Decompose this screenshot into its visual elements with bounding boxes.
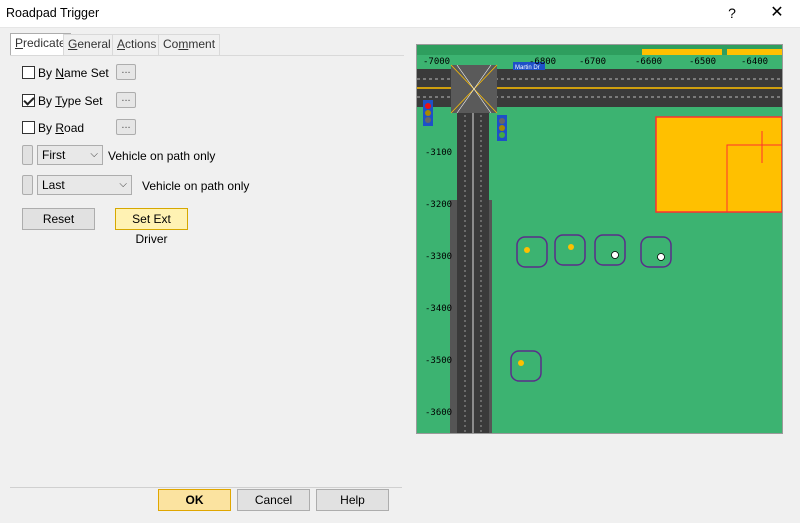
traffic-light-lamp (499, 132, 505, 138)
reset-button[interactable]: Reset (22, 208, 95, 230)
top-yellow-marker-2 (727, 49, 782, 55)
first-vehicle-toggle[interactable] (22, 145, 33, 165)
tab-predicate[interactable]: Predicate (10, 33, 71, 56)
y-axis-label: -3600 (425, 408, 452, 418)
traffic-light-lamp (425, 110, 431, 116)
set-ext-driver-button[interactable]: Set Ext Driver (115, 208, 188, 246)
x-axis-label: -6500 (689, 57, 716, 67)
traffic-light-lamp (499, 125, 505, 131)
x-axis-label: -7000 (423, 57, 450, 67)
by-name-set-label: By Name Set (38, 66, 109, 80)
tab-general[interactable]: General (63, 34, 116, 55)
first-last-select-2[interactable]: Last ⌵ (37, 175, 132, 195)
footer-separator (10, 487, 402, 488)
y-axis-label: -3100 (425, 148, 452, 158)
roadpad-map-view[interactable]: Martin Dr -7000 -6800 -6700 -6600 -6500 … (416, 44, 783, 434)
vehicle-on-path-label-1: Vehicle on path only (108, 149, 216, 163)
trigger-marker (657, 253, 665, 261)
x-axis-label: -6800 (529, 57, 556, 67)
y-axis-label: -3500 (425, 356, 452, 366)
x-axis-label: -6400 (741, 57, 768, 67)
title-bar: Roadpad Trigger ? ✕ (0, 0, 800, 28)
by-type-set-checkbox[interactable] (22, 94, 35, 107)
cancel-button[interactable]: Cancel (237, 489, 310, 511)
x-axis-label: -6600 (635, 57, 662, 67)
close-icon[interactable]: ✕ (758, 0, 796, 28)
by-road-browse-button[interactable]: ... (116, 119, 136, 135)
by-road-label: By Road (38, 121, 85, 135)
first-last-select-1[interactable]: First ⌵ (37, 145, 103, 165)
chevron-down-icon: ⌵ (119, 179, 127, 190)
ok-button[interactable]: OK (158, 489, 231, 511)
vehicle-on-path-label-2: Vehicle on path only (142, 179, 250, 193)
by-name-set-browse-button[interactable]: ... (116, 64, 136, 80)
x-axis-label: -6700 (579, 57, 606, 67)
tab-actions[interactable]: Actions (112, 34, 162, 55)
top-yellow-marker (642, 49, 722, 55)
building (655, 116, 782, 213)
trigger-marker (611, 251, 619, 259)
trigger-marker (518, 360, 524, 366)
by-type-set-label: By Type Set (38, 94, 103, 108)
trigger-marker (568, 244, 574, 250)
help-icon[interactable]: ? (716, 0, 748, 28)
window-title: Roadpad Trigger (6, 6, 100, 20)
tab-panel-border (10, 55, 404, 56)
y-axis-label: -3200 (425, 200, 452, 210)
traffic-light-lamp (425, 103, 431, 109)
traffic-light-lamp (499, 118, 505, 124)
help-button[interactable]: Help (316, 489, 389, 511)
by-name-set-checkbox[interactable] (22, 66, 35, 79)
chevron-down-icon: ⌵ (90, 149, 98, 160)
by-type-set-browse-button[interactable]: ... (116, 92, 136, 108)
tab-comment[interactable]: Comment (158, 34, 221, 55)
last-vehicle-toggle[interactable] (22, 175, 33, 195)
y-axis-label: -3300 (425, 252, 452, 262)
by-road-checkbox[interactable] (22, 121, 35, 134)
trigger-marker (524, 247, 530, 253)
map-canvas: Martin Dr -7000 -6800 -6700 -6600 -6500 … (417, 45, 782, 433)
traffic-light-lamp (425, 117, 431, 123)
y-axis-label: -3400 (425, 304, 452, 314)
